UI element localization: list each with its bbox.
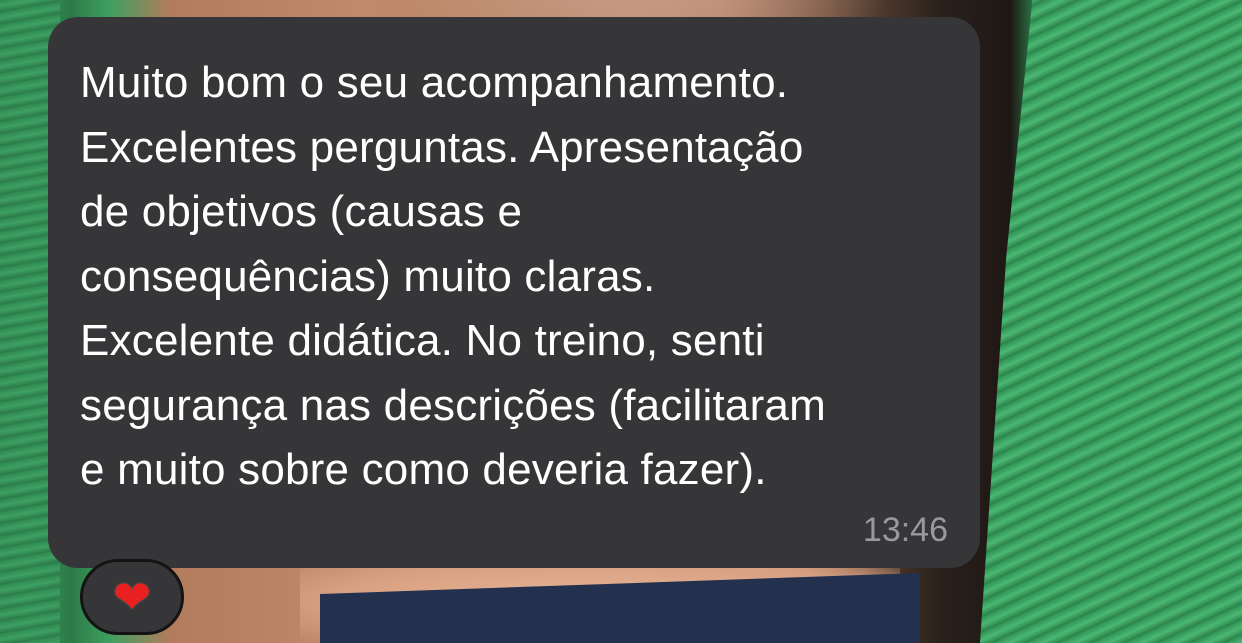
message-bubble[interactable]: Muito bom o seu acompanhamento. Excelent…	[48, 17, 980, 568]
message-text: Muito bom o seu acompanhamento. Excelent…	[80, 58, 826, 494]
message-timestamp: 13:46	[862, 511, 948, 549]
reaction-badge[interactable]: ❤	[80, 559, 184, 635]
heart-icon: ❤	[112, 570, 152, 624]
